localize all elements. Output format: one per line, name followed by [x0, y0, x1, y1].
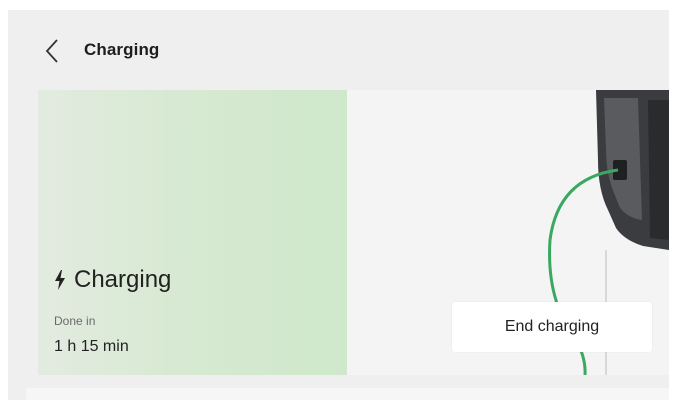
- charging-screen: Charging Charging Done in 1 h 15 min End: [8, 10, 669, 400]
- chevron-left-icon: [45, 39, 58, 63]
- back-button[interactable]: [42, 37, 64, 65]
- bottom-card: [26, 388, 669, 400]
- page-title: Charging: [84, 40, 160, 59]
- end-charging-button[interactable]: End charging: [452, 302, 652, 352]
- header-bar: Charging: [8, 10, 669, 90]
- charging-hero: Charging Done in 1 h 15 min End charging: [38, 90, 669, 375]
